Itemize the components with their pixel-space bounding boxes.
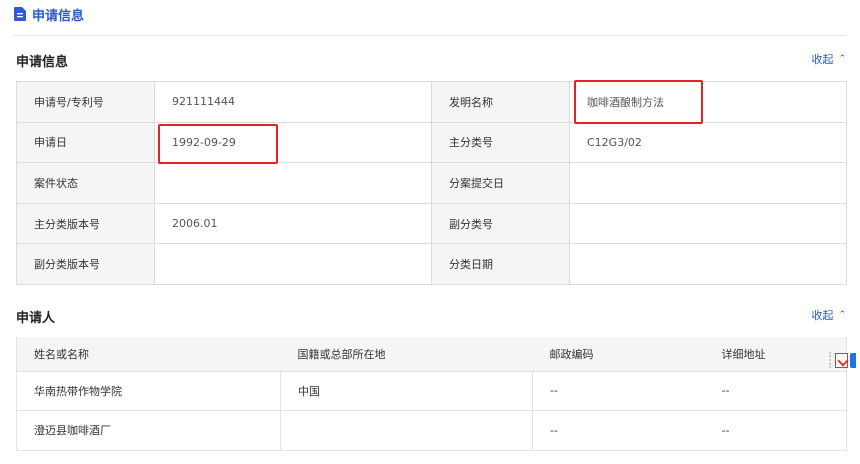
collapse-label: 收起 <box>811 309 834 322</box>
value-sub-class-version <box>154 243 432 285</box>
drag-handle-icon[interactable] <box>829 352 832 368</box>
applicant-address: -- <box>704 410 847 451</box>
document-icon <box>14 7 26 21</box>
application-info-title: 申请信息 <box>16 55 69 70</box>
label-sub-class: 副分类号 <box>431 202 570 245</box>
chevron-up-icon: ⌃ <box>838 310 846 320</box>
page-title: 申请信息 <box>32 8 85 24</box>
extension-icon[interactable] <box>850 352 856 368</box>
label-application-number: 申请号/专利号 <box>16 81 155 123</box>
value-sub-class <box>569 202 847 245</box>
applicant-name: 澄迈县咖啡酒厂 <box>16 410 281 451</box>
applicants-collapse-button[interactable]: 收起 ⌃ <box>811 307 846 323</box>
value-class-date <box>569 243 847 285</box>
label-class-date: 分类日期 <box>431 243 570 285</box>
applicants-title: 申请人 <box>16 311 56 326</box>
label-sub-class-version: 副分类版本号 <box>16 243 155 285</box>
value-application-date: 1992-09-29 <box>154 121 432 164</box>
label-invention-name: 发明名称 <box>431 81 570 123</box>
value-main-class-version: 2006.01 <box>154 202 432 245</box>
chevron-up-icon: ⌃ <box>838 54 846 64</box>
value-divisional-date <box>569 162 847 204</box>
pdf-check-icon[interactable] <box>835 352 848 368</box>
table-header-row: 姓名或名称 国籍或总部所在地 邮政编码 详细地址 <box>16 337 847 372</box>
application-info-table: 申请号/专利号 921111444 发明名称 咖啡酒酿制方法 申请日 1992-… <box>16 81 847 285</box>
applicant-address: -- <box>704 371 847 411</box>
applicant-postal-code: -- <box>532 410 705 451</box>
table-row: 澄迈县咖啡酒厂 -- -- <box>16 410 847 451</box>
table-row: 申请日 1992-09-29 主分类号 C12G3/02 <box>16 121 847 164</box>
value-application-number: 921111444 <box>154 81 432 123</box>
label-main-class-version: 主分类版本号 <box>16 202 155 245</box>
column-header-nationality: 国籍或总部所在地 <box>280 337 533 372</box>
applicant-nationality <box>280 410 533 451</box>
label-application-date: 申请日 <box>16 121 155 164</box>
applicant-postal-code: -- <box>532 371 705 411</box>
header-divider <box>14 35 846 36</box>
table-row: 申请号/专利号 921111444 发明名称 咖啡酒酿制方法 <box>16 81 847 123</box>
applicant-nationality: 中国 <box>280 371 533 411</box>
application-info-collapse-button[interactable]: 收起 ⌃ <box>811 51 846 67</box>
table-row: 案件状态 分案提交日 <box>16 162 847 204</box>
applicant-name: 华南热带作物学院 <box>16 371 281 411</box>
column-header-name: 姓名或名称 <box>16 337 281 372</box>
label-main-class: 主分类号 <box>431 121 570 164</box>
value-main-class: C12G3/02 <box>569 121 847 164</box>
column-header-address: 详细地址 <box>704 337 847 372</box>
applicants-table: 姓名或名称 国籍或总部所在地 邮政编码 详细地址 华南热带作物学院 中国 -- … <box>16 337 847 451</box>
table-row: 副分类版本号 分类日期 <box>16 243 847 285</box>
page-header: 申请信息 <box>14 4 84 24</box>
floating-toolbar[interactable] <box>829 349 860 371</box>
table-row: 主分类版本号 2006.01 副分类号 <box>16 202 847 245</box>
value-case-status <box>154 162 432 204</box>
table-row: 华南热带作物学院 中国 -- -- <box>16 371 847 411</box>
collapse-label: 收起 <box>811 53 834 66</box>
label-divisional-date: 分案提交日 <box>431 162 570 204</box>
label-case-status: 案件状态 <box>16 162 155 204</box>
column-header-postal-code: 邮政编码 <box>532 337 705 372</box>
value-invention-name: 咖啡酒酿制方法 <box>569 81 847 123</box>
